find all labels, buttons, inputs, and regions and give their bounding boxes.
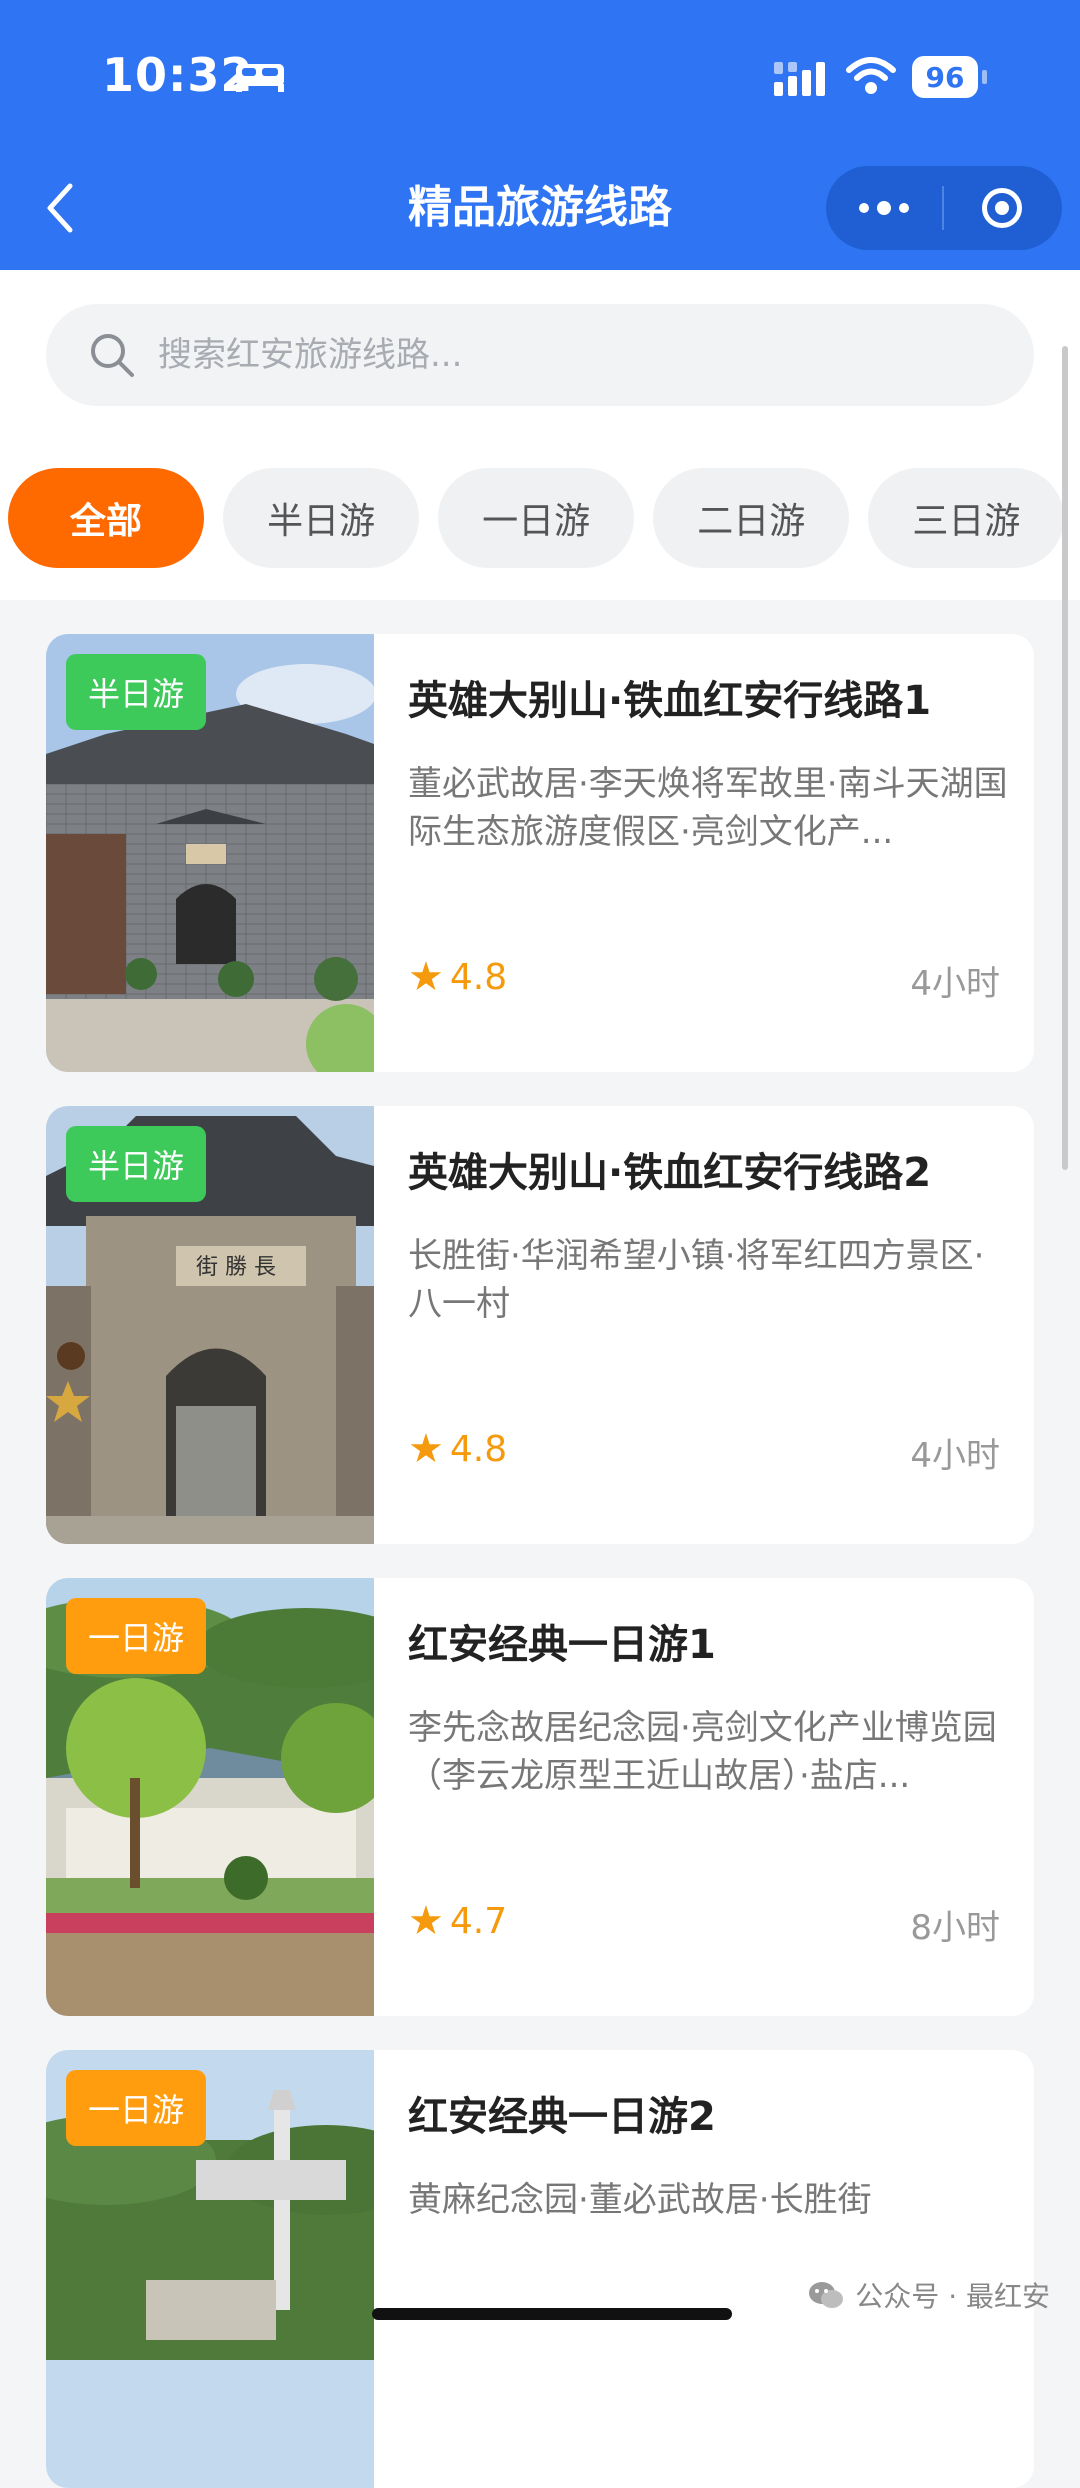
watermark: 公众号 · 最红安 [807,2275,1050,2315]
tab-all[interactable]: 全部 [8,468,204,568]
svg-text:街 勝 長: 街 勝 長 [196,1255,276,1280]
route-photo: 一日游 [46,1578,374,2016]
route-rating: ★ 4.8 [408,1426,507,1472]
category-tabs: 全部 半日游 一日游 二日游 三日游 [8,468,1080,568]
signal-icon [774,62,825,96]
route-description: 黄麻纪念园·董必武故居·长胜街 [408,2180,872,2220]
route-photo: 一日游 [46,2050,374,2488]
more-dots-icon[interactable] [826,166,942,250]
route-rating: ★ 4.7 [408,1898,507,1944]
watermark-text: 公众号 · 最红安 [855,2280,1050,2313]
rating-value: 4.7 [449,1900,508,1942]
mini-program-capsule [826,166,1062,250]
tab-three-day[interactable]: 三日游 [868,468,1065,568]
wifi-icon [846,57,896,94]
route-title: 英雄大别山·铁血红安行线路2 [408,1150,932,1196]
route-description: 董必武故居·李天焕将军故里·南斗天湖国际生态旅游度假区·亮剑文化产... [408,764,1008,852]
status-time: 10:32 [102,48,254,102]
battery-tip [982,70,987,84]
route-title: 红安经典一日游1 [408,1622,716,1668]
route-type-badge: 一日游 [66,1598,207,1674]
star-icon: ★ [408,1898,444,1944]
tab-one-day[interactable]: 一日游 [438,468,635,568]
star-icon: ★ [408,954,444,1000]
route-title: 英雄大别山·铁血红安行线路1 [408,678,932,724]
route-duration: 4小时 [910,964,1000,1004]
rating-value: 4.8 [449,956,508,998]
route-type-badge: 一日游 [66,2070,207,2146]
search-icon [91,334,134,377]
route-card[interactable]: 半日游 英雄大别山·铁血红安行线路1 董必武故居·李天焕将军故里·南斗天湖国际生… [46,634,1034,1072]
route-photo: 街 勝 長 半日游 [46,1106,374,1544]
route-duration: 4小时 [910,1436,1000,1476]
bed-icon [236,64,284,92]
wechat-icon [809,2282,844,2308]
route-description: 长胜街·华润希望小镇·将军红四方景区·八一村 [408,1236,985,1324]
route-card[interactable]: 街 勝 長 半日游 英雄大别山·铁血红安行线路2 长胜街·华润希望小镇·将军红四… [46,1106,1034,1544]
route-card[interactable]: 一日游 红安经典一日游1 李先念故居纪念园·亮剑文化产业博览园（李云龙原型王近山… [46,1578,1034,2016]
search-input[interactable] [156,334,940,376]
close-target-icon[interactable] [944,166,1060,250]
route-description: 李先念故居纪念园·亮剑文化产业博览园（李云龙原型王近山故居）·盐店... [408,1708,997,1796]
route-duration: 8小时 [910,1908,1000,1948]
scrollbar[interactable] [1062,346,1068,1170]
route-rating: ★ 4.8 [408,954,507,1000]
route-card[interactable]: 一日游 红安经典一日游2 黄麻纪念园·董必武故居·长胜街 [46,2050,1034,2488]
tab-two-day[interactable]: 二日游 [653,468,850,568]
filter-header: 全部 半日游 一日游 二日游 三日游 [0,270,1080,600]
top-bar: 10:32 96 精品旅游线路 [0,0,1080,270]
search-bar[interactable] [46,304,1034,406]
route-photo: 半日游 [46,634,374,1072]
home-indicator[interactable] [372,2308,732,2320]
route-type-badge: 半日游 [66,654,207,730]
rating-value: 4.8 [449,1428,508,1470]
route-type-badge: 半日游 [66,1126,207,1202]
star-icon: ★ [408,1426,444,1472]
tab-half-day[interactable]: 半日游 [223,468,420,568]
route-title: 红安经典一日游2 [408,2094,716,2140]
battery-indicator: 96 [912,56,978,98]
